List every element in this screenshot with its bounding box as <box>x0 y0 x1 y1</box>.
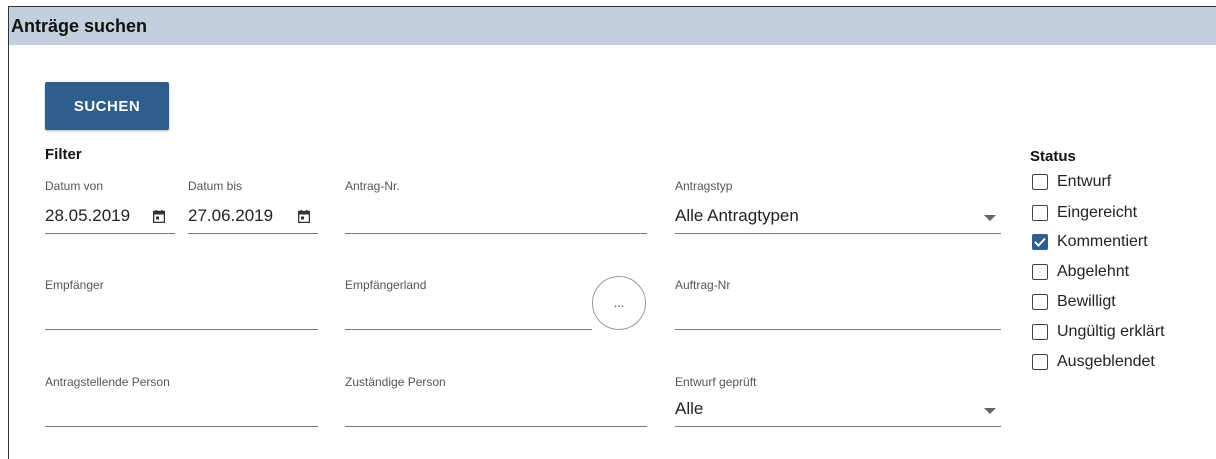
checkbox-icon[interactable] <box>1032 264 1048 280</box>
empfaengerland-label: Empfängerland <box>345 278 427 292</box>
datum-von-underline <box>45 233 175 234</box>
auftrag-nr-underline <box>675 329 1001 330</box>
antragstellende-person-label: Antragstellende Person <box>45 375 170 389</box>
checkbox-icon[interactable] <box>1032 174 1048 190</box>
status-checkbox-kommentiert[interactable]: Kommentiert <box>1032 230 1148 254</box>
status-checkbox-bewilligt[interactable]: Bewilligt <box>1032 290 1116 314</box>
antrag-nr-label: Antrag-Nr. <box>345 179 400 193</box>
status-label: Bewilligt <box>1057 293 1116 310</box>
status-label: Entwurf <box>1057 173 1112 190</box>
entwurf-geprueft-label: Entwurf geprüft <box>675 375 757 389</box>
datum-bis-label: Datum bis <box>188 179 243 193</box>
antragstyp-label: Antragstyp <box>675 179 733 193</box>
checkbox-icon[interactable] <box>1032 354 1048 370</box>
antragstellende-person-underline <box>45 426 318 427</box>
empfaengerland-underline <box>345 329 592 330</box>
chevron-down-icon[interactable] <box>984 408 996 414</box>
status-label: Eingereicht <box>1057 204 1138 221</box>
entwurf-geprueft-value[interactable]: Alle <box>675 399 703 419</box>
entwurf-geprueft-underline <box>675 426 1001 427</box>
panel-header: Anträge suchen <box>9 7 1216 45</box>
checkmark-icon <box>1034 237 1046 247</box>
status-checkbox-ausgeblendet[interactable]: Ausgeblendet <box>1032 350 1155 374</box>
datum-bis-underline <box>188 233 318 234</box>
status-title: Status <box>1030 148 1076 165</box>
datum-von-label: Datum von <box>45 179 104 193</box>
zustaendige-person-label: Zuständige Person <box>345 375 446 389</box>
empfaenger-underline <box>45 329 318 330</box>
datum-von-value[interactable]: 28.05.2019 <box>45 206 130 226</box>
status-checkbox-ungueltig[interactable]: Ungültig erklärt <box>1032 320 1165 344</box>
status-label: Kommentiert <box>1057 233 1148 250</box>
status-checkbox-abgelehnt[interactable]: Abgelehnt <box>1032 260 1129 284</box>
chevron-down-icon[interactable] <box>984 215 996 221</box>
checkbox-icon[interactable] <box>1032 324 1048 340</box>
page-title: Anträge suchen <box>11 16 148 36</box>
zustaendige-person-underline <box>345 426 647 427</box>
antragstyp-underline <box>675 233 1001 234</box>
empfaengerland-more-button[interactable]: ... <box>592 276 646 330</box>
empfaenger-label: Empfänger <box>45 278 104 292</box>
checkbox-icon[interactable] <box>1032 205 1048 221</box>
status-label: Ungültig erklärt <box>1057 323 1165 340</box>
auftrag-nr-label: Auftrag-Nr <box>675 278 731 292</box>
status-checkbox-entwurf[interactable]: Entwurf <box>1032 170 1111 194</box>
status-checkbox-eingereicht[interactable]: Eingereicht <box>1032 201 1137 225</box>
antrag-nr-underline <box>345 233 647 234</box>
calendar-icon[interactable] <box>298 210 310 223</box>
calendar-icon[interactable] <box>153 210 165 223</box>
datum-bis-value[interactable]: 27.06.2019 <box>188 206 273 226</box>
filter-title: Filter <box>45 146 82 163</box>
antragstyp-value[interactable]: Alle Antragtypen <box>675 206 799 226</box>
checkbox-icon[interactable] <box>1032 294 1048 310</box>
checkbox-checked-icon[interactable] <box>1032 234 1048 250</box>
status-label: Abgelehnt <box>1057 263 1130 280</box>
status-label: Ausgeblendet <box>1057 353 1155 370</box>
search-button[interactable]: SUCHEN <box>45 82 169 130</box>
